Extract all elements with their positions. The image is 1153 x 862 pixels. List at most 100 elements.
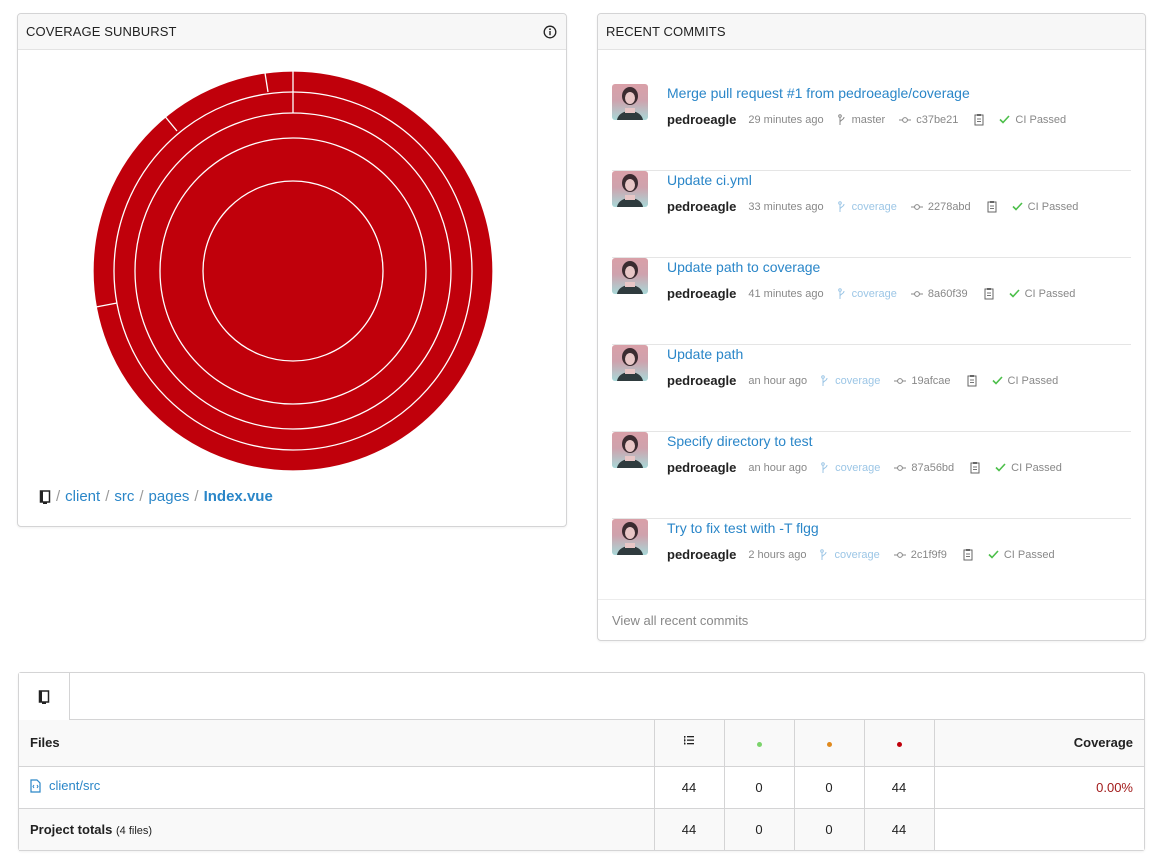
commit-author[interactable]: pedroeagle (667, 547, 736, 562)
breadcrumb-separator: / (105, 488, 110, 505)
commit-author[interactable]: pedroeagle (667, 199, 736, 214)
check-icon (991, 376, 1003, 385)
commit-branch[interactable]: coverage (821, 462, 880, 474)
commit-author[interactable]: pedroeagle (667, 373, 736, 388)
author-avatar[interactable] (612, 258, 648, 294)
commit-message-link[interactable]: Try to fix test with -T flgg (667, 520, 819, 536)
copy-sha-button[interactable] (970, 461, 981, 474)
breadcrumb-current-file: Index.vue (203, 488, 273, 505)
commit-message-link[interactable]: Merge pull request #1 from pedroeagle/co… (667, 85, 970, 101)
coverage-cell: 0.00% (934, 766, 1144, 809)
copy-sha-button[interactable] (963, 548, 974, 561)
ci-status-label: CI Passed (1027, 200, 1079, 213)
ci-status: CI Passed (1009, 288, 1075, 300)
commit-branch[interactable]: coverage (837, 200, 897, 213)
table-header-row: Files Coverage (19, 720, 1144, 767)
author-avatar[interactable] (612, 345, 648, 381)
hits-cell: 0 (724, 766, 795, 809)
author-avatar-image (617, 87, 643, 120)
author-avatar-image (617, 435, 643, 468)
hits-column-header[interactable] (724, 720, 795, 767)
ci-status-label: CI Passed (1007, 374, 1059, 387)
breadcrumb-src[interactable]: src (114, 488, 134, 505)
commit-sha[interactable]: 2c1f9f9 (893, 548, 947, 561)
ci-status: CI Passed (999, 114, 1066, 126)
clipboard-icon (987, 201, 997, 213)
git-branch-icon (821, 374, 828, 386)
commit-time: 33 minutes ago (748, 200, 824, 213)
ci-status-label: CI Passed (1003, 548, 1055, 561)
commit-item: Merge pull request #1 from pedroeagle/co… (612, 84, 1131, 171)
repo-book-icon (38, 689, 50, 704)
miss-dot-icon (896, 742, 902, 748)
sunburst-chart[interactable] (92, 70, 494, 472)
commit-branch[interactable]: master (837, 114, 885, 126)
git-branch-icon (837, 287, 845, 299)
lines-column-header[interactable] (654, 720, 725, 767)
breadcrumb-pages[interactable]: pages (149, 488, 190, 505)
commit-time: 2 hours ago (748, 548, 807, 561)
tab-files-tree[interactable] (19, 673, 70, 720)
view-all-commits-link[interactable]: View all recent commits (598, 599, 1145, 641)
git-branch-icon (820, 548, 827, 560)
file-link[interactable]: client/src (30, 778, 100, 793)
check-icon (1009, 289, 1020, 298)
author-avatar[interactable] (612, 171, 648, 207)
breadcrumb-separator: / (139, 488, 144, 505)
coverage-sunburst-panel: COVERAGE SUNBURST / client / src / pages… (17, 13, 567, 527)
commit-message-link[interactable]: Specify directory to test (667, 433, 813, 449)
commit-branch-name: coverage (834, 548, 880, 561)
commit-sha[interactable]: 19afcae (894, 375, 951, 387)
author-avatar-image (617, 174, 643, 207)
sunburst-breadcrumb: / client / src / pages / Index.vue (39, 488, 273, 505)
commit-author[interactable]: pedroeagle (667, 460, 736, 475)
author-avatar[interactable] (612, 84, 648, 120)
copy-sha-button[interactable] (987, 200, 998, 213)
author-avatar[interactable] (612, 519, 648, 555)
breadcrumb-separator: / (56, 488, 61, 505)
commit-branch[interactable]: coverage (837, 287, 897, 300)
clipboard-icon (967, 375, 976, 387)
commit-sha[interactable]: 2278abd (910, 201, 971, 213)
git-branch-icon (837, 200, 845, 212)
ci-status-label: CI Passed (1015, 113, 1067, 126)
copy-sha-button[interactable] (967, 374, 978, 387)
totals-hits-cell: 0 (724, 808, 795, 851)
breadcrumb-separator: / (194, 488, 199, 505)
commit-item: Try to fix test with -T flgg pedroeagle 2 … (612, 519, 1131, 606)
file-name: client/src (49, 778, 101, 794)
ci-status: CI Passed (1012, 200, 1079, 213)
git-commit-icon (894, 464, 907, 471)
commit-sha[interactable]: c37be21 (899, 114, 958, 126)
coverage-column-header[interactable]: Coverage (934, 720, 1144, 767)
clipboard-icon (984, 288, 994, 300)
sunburst-center[interactable] (202, 180, 384, 362)
repo-book-icon[interactable] (39, 489, 51, 504)
info-icon[interactable] (543, 25, 557, 39)
commit-branch[interactable]: coverage (821, 375, 880, 387)
partials-column-header[interactable] (794, 720, 865, 767)
commit-sha[interactable]: 8a60f39 (910, 288, 968, 300)
commit-author[interactable]: pedroeagle (667, 112, 736, 127)
ci-status: CI Passed (988, 549, 1055, 561)
author-avatar[interactable] (612, 432, 648, 468)
commit-message-link[interactable]: Update path to coverage (667, 259, 820, 275)
commit-time: an hour ago (748, 461, 808, 474)
clipboard-icon (974, 114, 984, 126)
commit-sha-value: 87a56bd (911, 461, 955, 474)
commit-branch[interactable]: coverage (820, 548, 880, 561)
commit-meta: pedroeagle 2 hours ago coverage 2c1f9f9 CI P… (667, 547, 1055, 562)
breadcrumb-client[interactable]: client (65, 488, 100, 505)
commit-message-link[interactable]: Update ci.yml (667, 172, 752, 188)
misses-column-header[interactable] (864, 720, 935, 767)
copy-sha-button[interactable] (984, 287, 995, 300)
lines-cell: 44 (654, 766, 725, 809)
commit-sha[interactable]: 87a56bd (894, 462, 954, 474)
files-column-header[interactable]: Files (19, 720, 655, 767)
commit-author[interactable]: pedroeagle (667, 286, 736, 301)
commit-sha-value: 2c1f9f9 (910, 548, 947, 561)
totals-row: Project totals (4 files) 44 0 0 44 (19, 808, 1144, 851)
list-lines-icon (684, 736, 694, 745)
commit-message-link[interactable]: Update path (667, 346, 743, 362)
copy-sha-button[interactable] (974, 113, 985, 126)
